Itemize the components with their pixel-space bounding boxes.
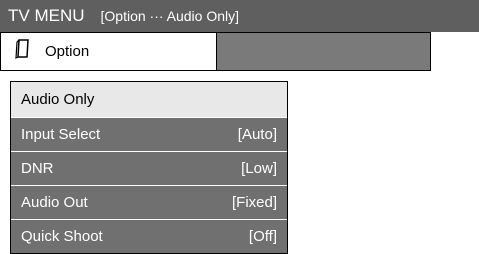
tab-empty [217, 33, 430, 70]
menu-item-label: Input Select [21, 126, 101, 143]
menu-item-label: Audio Out [21, 194, 88, 211]
menu-item-value: [Off] [248, 228, 277, 245]
title-bar: TV MENU [Option ··· Audio Only] [0, 0, 479, 32]
menu-item-dnr[interactable]: DNR [Low] [11, 151, 287, 185]
menu-item-value: [Low] [241, 160, 277, 177]
menu-item-value: [Fixed] [231, 194, 277, 211]
menu-item-label: DNR [21, 160, 54, 177]
menu-item-value: [Auto] [237, 126, 277, 143]
menu-item-label: Quick Shoot [21, 228, 103, 245]
tab-label: Option [45, 43, 90, 60]
menu-item-audio-out[interactable]: Audio Out [Fixed] [11, 185, 287, 219]
option-menu: Audio Only Input Select [Auto] DNR [Low]… [10, 81, 288, 254]
menu-item-label: Audio Only [21, 91, 95, 108]
breadcrumb: [Option ··· Audio Only] [100, 8, 240, 24]
menu-item-audio-only[interactable]: Audio Only [11, 82, 287, 117]
menu-item-input-select[interactable]: Input Select [Auto] [11, 117, 287, 151]
remote-icon [15, 39, 31, 64]
menu-title: TV MENU [8, 6, 85, 25]
tab-option[interactable]: Option [1, 33, 217, 70]
tab-row: Option [0, 32, 431, 71]
menu-item-quick-shoot[interactable]: Quick Shoot [Off] [11, 219, 287, 253]
